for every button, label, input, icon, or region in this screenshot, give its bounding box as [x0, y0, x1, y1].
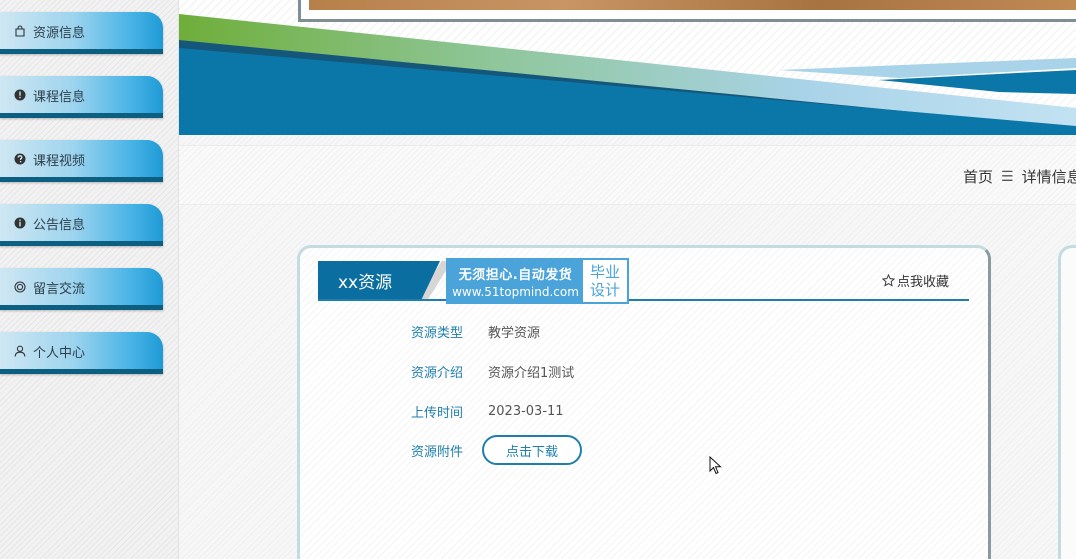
field-label: 资源介绍: [411, 366, 464, 381]
sidebar-item-message[interactable]: 留言交流: [0, 268, 163, 310]
favorite-button[interactable]: 点我收藏: [881, 271, 949, 290]
watermark-right-line2: 设计: [589, 281, 620, 299]
breadcrumb-bar: 首页 ☰ 详情信息: [179, 145, 1076, 205]
sidebar: 资源信息 课程信息 课程视频 公告信息 留言交流 个人中心: [0, 0, 179, 559]
breadcrumb-current: 详情信息: [1021, 168, 1076, 186]
download-button[interactable]: 点击下载: [482, 435, 582, 465]
info-circle-icon: [14, 217, 26, 229]
field-label: 上传时间: [411, 406, 464, 421]
star-icon: [881, 274, 895, 287]
breadcrumb-separator-icon: ☰: [1001, 168, 1014, 185]
field-value: 资源介绍1测试: [488, 366, 575, 381]
field-value: 教学资源: [488, 326, 541, 341]
user-icon: [14, 345, 26, 357]
watermark-right-line1: 毕业: [589, 263, 620, 281]
detail-card: xx资源 无须担心.自动发货 www.51topmind.com 毕业 设计 点…: [297, 245, 991, 559]
bag-icon: [14, 25, 26, 37]
field-resource-type: 资源类型 教学资源: [411, 322, 540, 341]
sidebar-item-label: 课程信息: [33, 89, 86, 105]
detail-header: xx资源 无须担心.自动发货 www.51topmind.com 毕业 设计 点…: [318, 258, 969, 304]
mouse-cursor-icon: [709, 456, 722, 475]
header-banner: [179, 0, 1076, 135]
sidebar-item-announcement[interactable]: 公告信息: [0, 204, 163, 246]
favorite-label: 点我收藏: [896, 275, 949, 290]
sidebar-item-label: 公告信息: [33, 217, 86, 233]
field-label: 资源类型: [411, 326, 464, 341]
field-upload-time: 上传时间 2023-03-11: [411, 402, 564, 421]
watermark-stamp: 无须担心.自动发货 www.51topmind.com 毕业 设计: [446, 258, 629, 304]
breadcrumb: 首页 ☰ 详情信息: [963, 166, 1076, 187]
watermark-left: 无须担心.自动发货 www.51topmind.com: [448, 260, 583, 302]
sidebar-item-course-video[interactable]: 课程视频: [0, 140, 163, 182]
question-circle-icon: [14, 153, 26, 165]
field-label: 资源附件: [411, 444, 464, 460]
watermark-right: 毕业 设计: [583, 260, 627, 302]
sidebar-item-label: 留言交流: [33, 281, 86, 297]
watermark-line1: 无须担心.自动发货: [458, 267, 573, 283]
banner-photo: [298, 0, 1076, 22]
sidebar-item-label: 课程视频: [33, 153, 86, 169]
target-icon: [14, 281, 26, 293]
exclamation-circle-icon: [14, 89, 26, 101]
watermark-line2: www.51topmind.com: [452, 284, 579, 299]
sidebar-item-personal-center[interactable]: 个人中心: [0, 332, 163, 374]
sidebar-item-resource-info[interactable]: 资源信息: [0, 12, 163, 54]
side-card: [1058, 245, 1076, 559]
field-resource-intro: 资源介绍 资源介绍1测试: [411, 362, 574, 381]
sidebar-item-label: 资源信息: [33, 25, 86, 41]
breadcrumb-home[interactable]: 首页: [963, 166, 993, 187]
sidebar-item-label: 个人中心: [33, 345, 86, 361]
field-attachment: 资源附件 点击下载: [411, 435, 582, 465]
detail-title: xx资源: [318, 261, 440, 299]
field-value: 2023-03-11: [488, 404, 564, 419]
sidebar-item-course-info[interactable]: 课程信息: [0, 76, 163, 118]
